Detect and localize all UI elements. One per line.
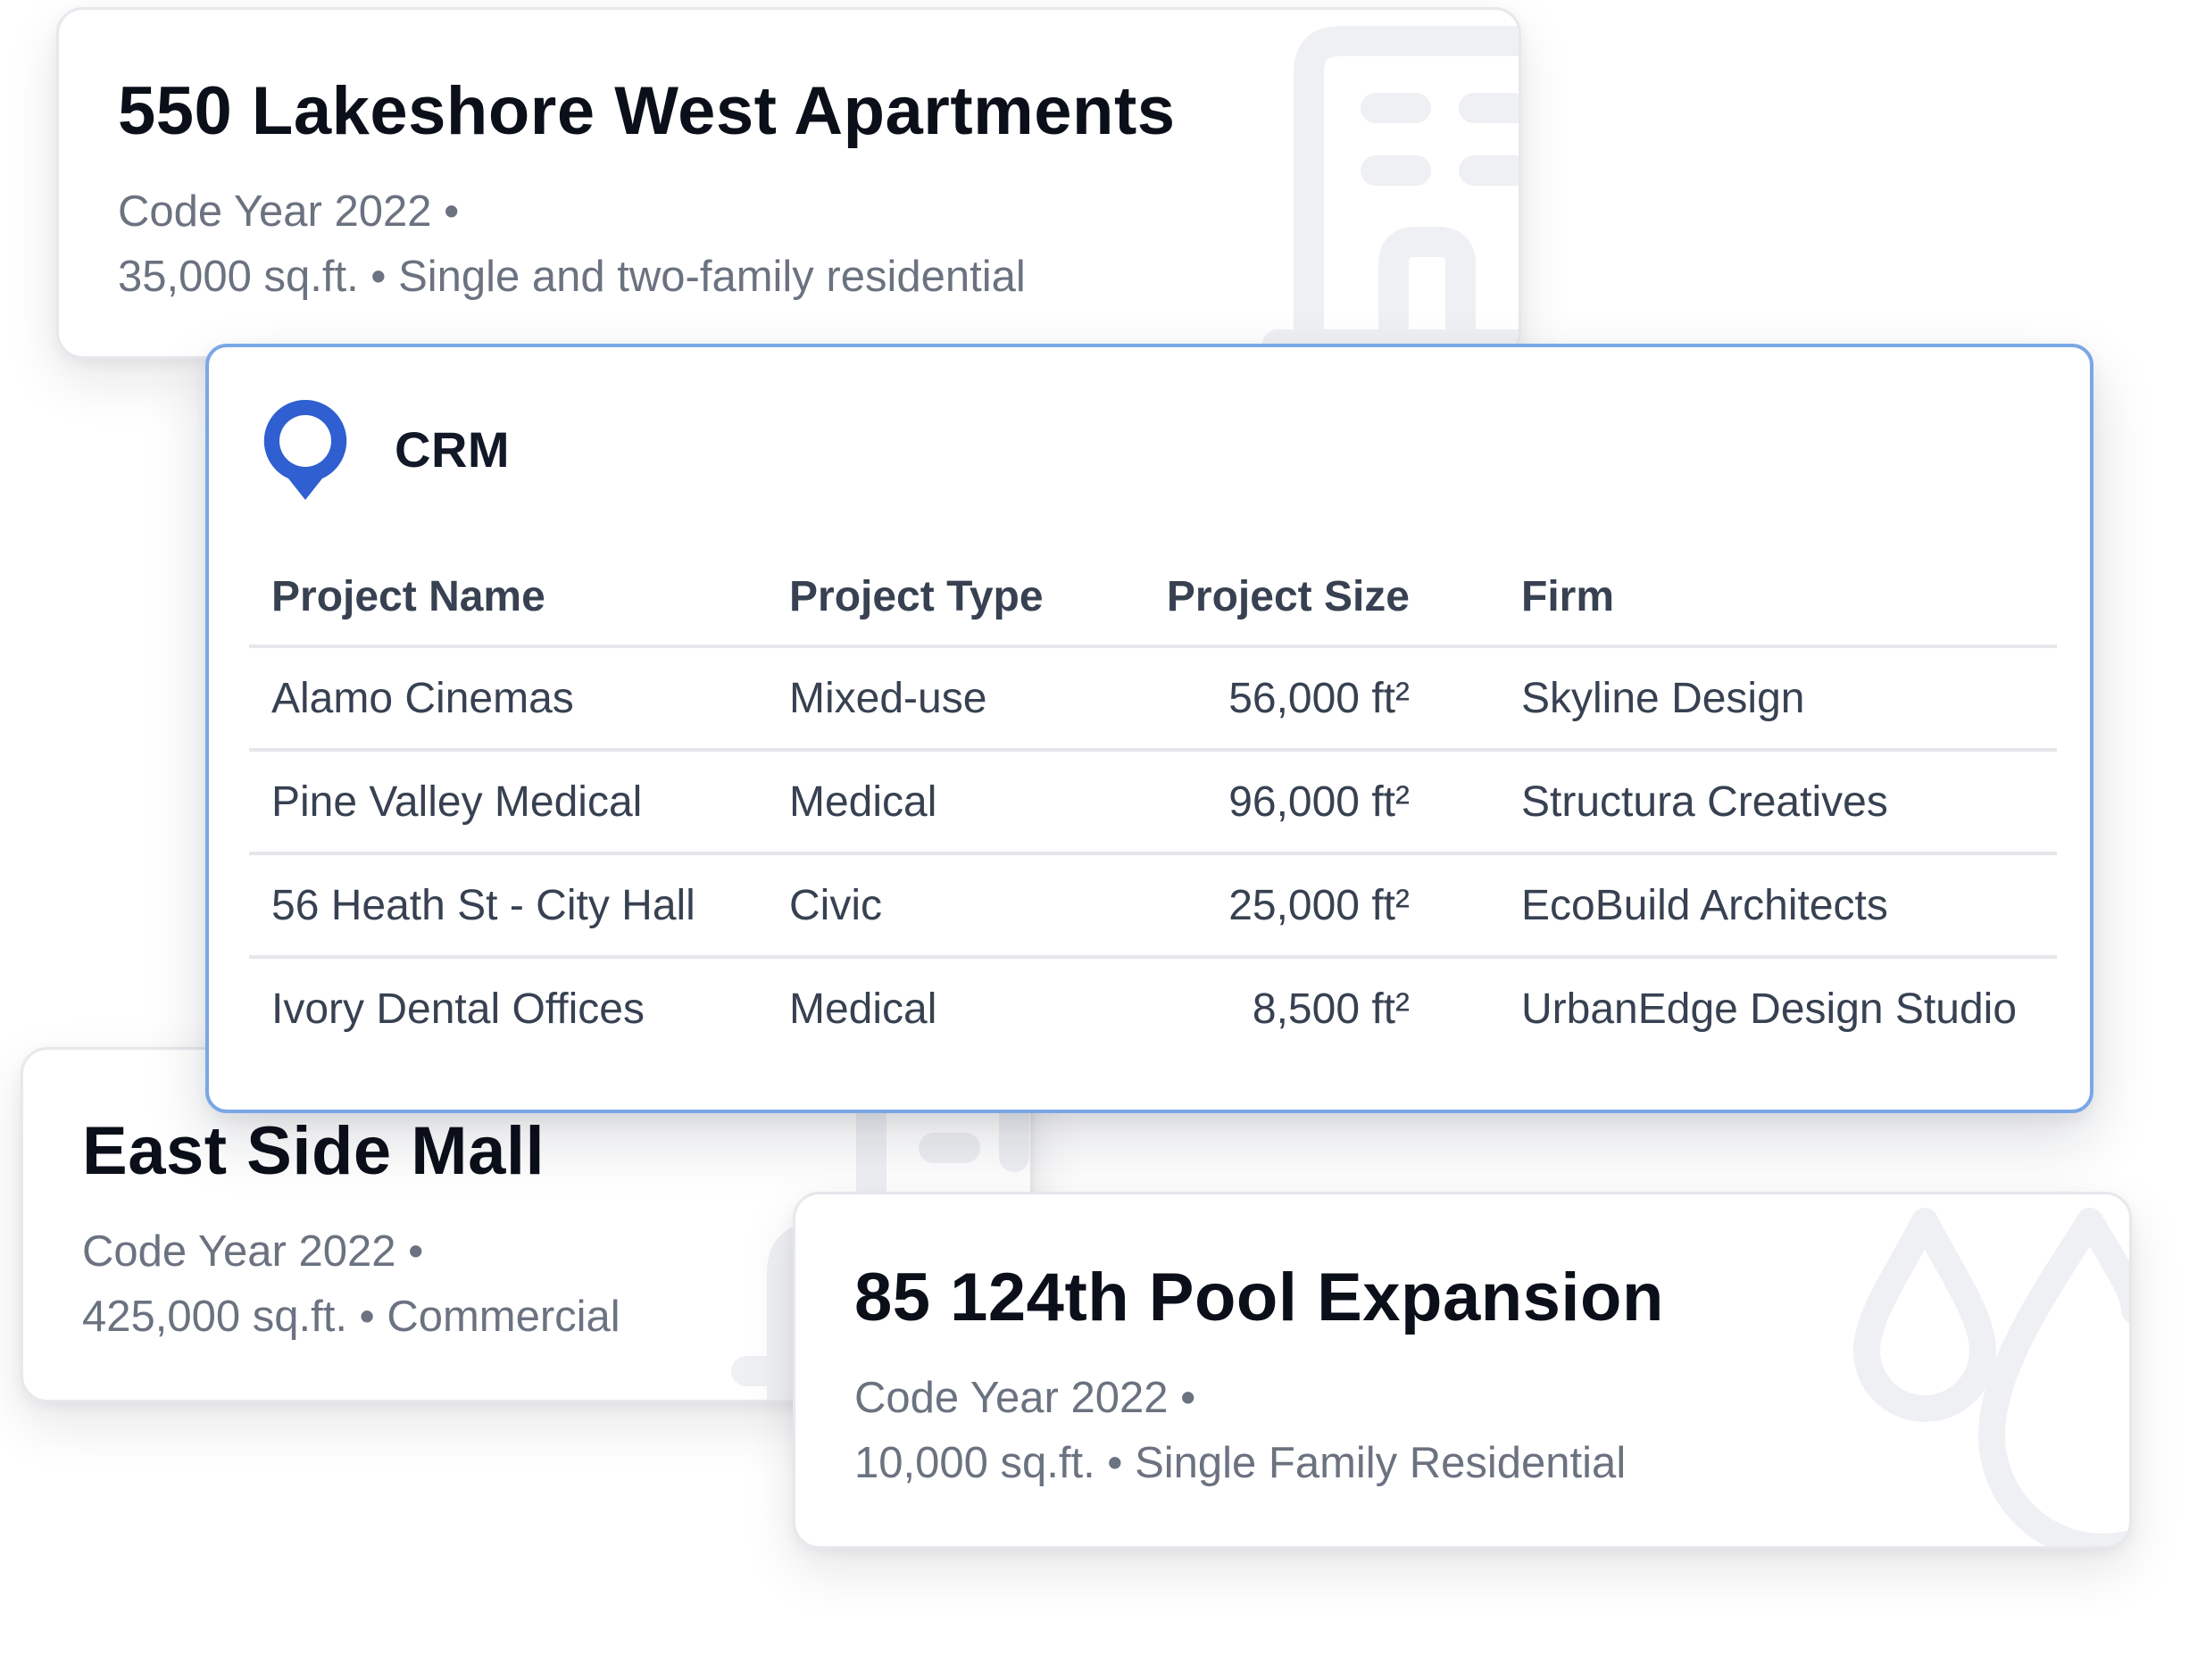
table-row[interactable]: Alamo Cinemas Mixed-use 56,000 ft² Skyli… (249, 646, 2057, 752)
map-pin-icon (263, 399, 347, 500)
cell-project-type: Medical (767, 750, 1111, 855)
crm-panel: CRM Project Name Project Type Project Si… (205, 344, 2093, 1113)
table-row[interactable]: Pine Valley Medical Medical 96,000 ft² S… (249, 750, 2057, 855)
table-row[interactable]: Ivory Dental Offices Medical 8,500 ft² U… (249, 957, 2057, 1059)
project-meta: Code Year 2022 • 425,000 sq.ft. • Commer… (82, 1219, 620, 1350)
project-meta: Code Year 2022 • 35,000 sq.ft. • Single … (118, 179, 1026, 310)
project-details: 35,000 sq.ft. • Single and two-family re… (118, 253, 1026, 301)
table-row[interactable]: 56 Heath St - City Hall Civic 25,000 ft²… (249, 853, 2057, 959)
cell-project-name: Pine Valley Medical (249, 750, 767, 855)
cell-firm: EcoBuild Architects (1414, 853, 2057, 959)
cell-project-type: Medical (789, 985, 937, 1033)
cell-project-name: 56 Heath St - City Hall (249, 853, 767, 959)
cell-project-size: 8,500 ft² (1252, 985, 1410, 1033)
project-title: 85 124th Pool Expansion (854, 1260, 1664, 1335)
project-card[interactable]: 550 Lakeshore West Apartments Code Year … (56, 7, 1521, 359)
cell-project-size: 56,000 ft² (1111, 646, 1414, 752)
water-drops-icon (1853, 1208, 2129, 1546)
canvas: 550 Lakeshore West Apartments Code Year … (0, 0, 2189, 1680)
project-details: 10,000 sq.ft. • Single Family Residentia… (854, 1439, 1627, 1487)
table-header-row: Project Name Project Type Project Size F… (249, 548, 2057, 648)
column-header-project-size[interactable]: Project Size (1111, 548, 1414, 648)
cell-firm: Structura Creatives (1414, 750, 2057, 855)
cell-firm: UrbanEdge Design Studio (1521, 985, 2018, 1033)
project-code-year: Code Year 2022 • (118, 187, 460, 236)
cell-firm: Skyline Design (1414, 646, 2057, 752)
cell-project-name: Alamo Cinemas (249, 646, 767, 752)
column-header-project-type[interactable]: Project Type (767, 548, 1111, 648)
column-header-firm[interactable]: Firm (1414, 548, 2057, 648)
project-card[interactable]: 85 124th Pool Expansion Code Year 2022 •… (793, 1192, 2132, 1549)
cell-project-size: 25,000 ft² (1111, 853, 1414, 959)
cell-project-type: Civic (767, 853, 1111, 959)
project-title: 550 Lakeshore West Apartments (118, 73, 1176, 149)
cell-project-name: Ivory Dental Offices (271, 985, 645, 1033)
building-icon (1262, 26, 1519, 356)
project-title: East Side Mall (82, 1113, 545, 1189)
crm-title: CRM (395, 420, 511, 478)
column-header-project-name[interactable]: Project Name (249, 548, 767, 648)
crm-table: Project Name Project Type Project Size F… (249, 548, 2057, 1059)
cell-project-size: 96,000 ft² (1111, 750, 1414, 855)
crm-header: CRM (261, 396, 510, 502)
project-code-year: Code Year 2022 • (854, 1374, 1196, 1422)
project-details: 425,000 sq.ft. • Commercial (82, 1293, 620, 1341)
cell-project-type: Mixed-use (767, 646, 1111, 752)
project-code-year: Code Year 2022 • (82, 1227, 424, 1276)
project-meta: Code Year 2022 • 10,000 sq.ft. • Single … (854, 1366, 1626, 1496)
